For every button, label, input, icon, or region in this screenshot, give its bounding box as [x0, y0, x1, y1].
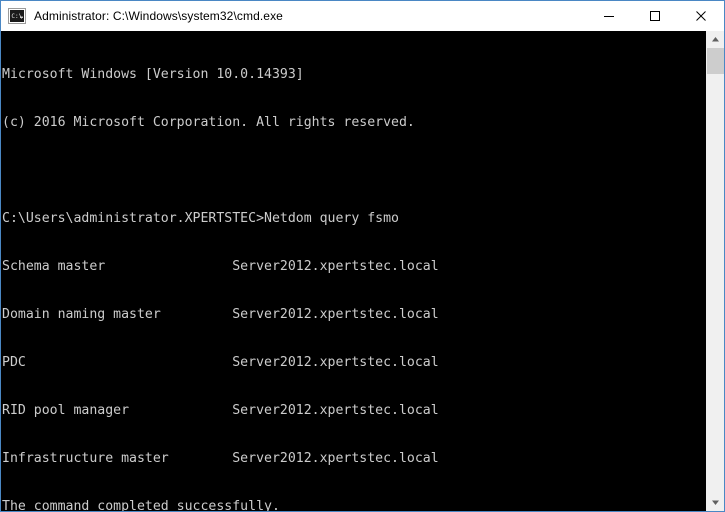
scroll-down-arrow-icon[interactable]: [707, 494, 724, 511]
console-line-command: C:\Users\administrator.XPERTSTEC>Netdom …: [2, 211, 399, 226]
console-area: Microsoft Windows [Version 10.0.14393] (…: [1, 31, 724, 511]
window-controls: [586, 1, 724, 31]
console-line-fsmo-role: RID pool manager Server2012.xpertstec.lo…: [2, 403, 439, 418]
console-line: Microsoft Windows [Version 10.0.14393]: [2, 67, 304, 82]
cmd-console-icon: C:\: [8, 8, 26, 24]
vertical-scrollbar[interactable]: [706, 31, 724, 511]
console-line-fsmo-role: Domain naming master Server2012.xpertste…: [2, 307, 439, 322]
scrollbar-track[interactable]: [707, 48, 724, 494]
console-line-fsmo-role: Schema master Server2012.xpertstec.local: [2, 259, 439, 274]
window-title: Administrator: C:\Windows\system32\cmd.e…: [34, 9, 283, 23]
console-line-fsmo-role: PDC Server2012.xpertstec.local: [2, 355, 439, 370]
maximize-button[interactable]: [632, 1, 678, 31]
minimize-button[interactable]: [586, 1, 632, 31]
scroll-up-arrow-icon[interactable]: [707, 31, 724, 48]
console-line-fsmo-role: Infrastructure master Server2012.xpertst…: [2, 451, 439, 466]
window-titlebar[interactable]: C:\ Administrator: C:\Windows\system32\c…: [1, 1, 724, 31]
console-line-status: The command completed successfully.: [2, 499, 280, 511]
console-line: (c) 2016 Microsoft Corporation. All righ…: [2, 115, 415, 130]
cmd-window: C:\ Administrator: C:\Windows\system32\c…: [0, 0, 725, 512]
close-button[interactable]: [678, 1, 724, 31]
console-output[interactable]: Microsoft Windows [Version 10.0.14393] (…: [1, 31, 706, 511]
scrollbar-thumb[interactable]: [707, 48, 724, 74]
